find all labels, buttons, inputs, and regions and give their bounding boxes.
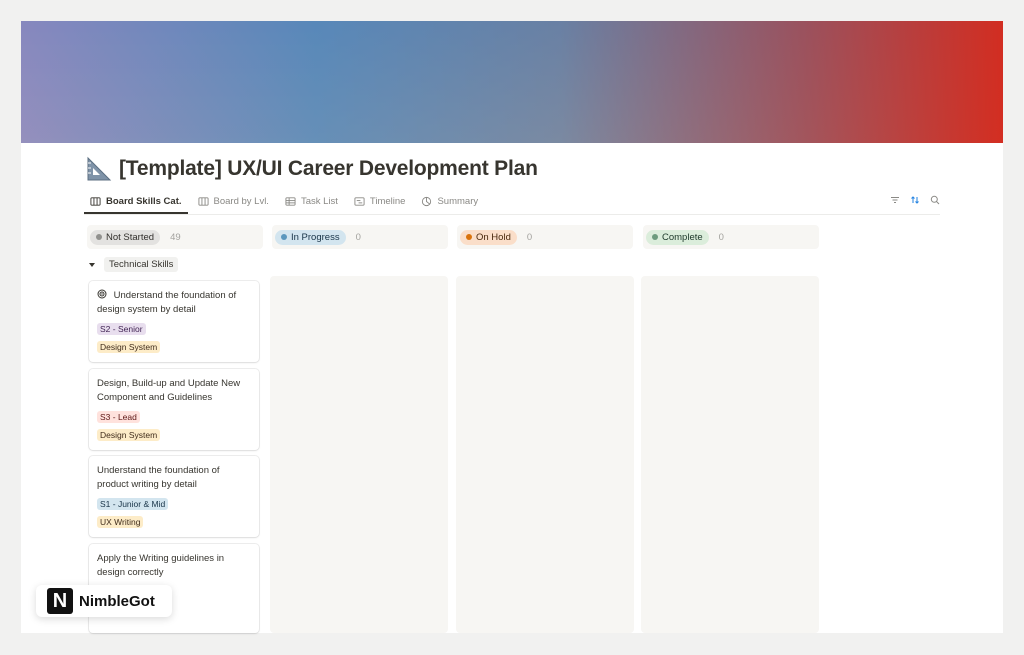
brand-name: NimbleGot xyxy=(79,592,155,610)
category-tag: Design System xyxy=(97,341,161,353)
group-label: Technical Skills xyxy=(104,257,179,272)
brand-logo: N xyxy=(47,588,73,614)
view-tools xyxy=(890,195,940,205)
title-row: [Template] UX/UI Career Development Plan xyxy=(85,155,538,183)
card-tags: S2 - Senior Design System xyxy=(97,317,251,353)
column-header-on-hold[interactable]: On Hold 0 xyxy=(457,225,633,249)
tab-timeline[interactable]: Timeline xyxy=(348,193,412,213)
board-card[interactable]: Understand the foundation of design syst… xyxy=(89,281,259,362)
tab-label: Task List xyxy=(300,196,338,207)
column-count: 0 xyxy=(526,231,533,243)
card-title: Understand the foundation of product wri… xyxy=(97,465,220,490)
sort-icon[interactable] xyxy=(910,195,920,205)
column-count: 0 xyxy=(355,231,361,243)
card-title: Understand the foundation of design syst… xyxy=(97,290,237,315)
column-header-complete[interactable]: Complete 0 xyxy=(643,225,819,249)
status-label: Not Started xyxy=(106,231,155,243)
tab-label: Board by Lvl. xyxy=(213,196,269,207)
tab-label: Board Skills Cat. xyxy=(106,196,182,207)
category-tag: UX Writing xyxy=(97,516,144,528)
status-pill: Not Started xyxy=(90,229,161,245)
column-body-on-hold xyxy=(456,276,634,633)
status-pill: On Hold xyxy=(460,229,517,245)
column-header-not-started[interactable]: Not Started 49 xyxy=(87,225,263,249)
level-tag: S1 - Junior & Mid xyxy=(97,498,169,510)
target-icon xyxy=(97,289,107,299)
card-tags: S1 - Junior & Mid UX Writing xyxy=(97,492,251,528)
caret-down-icon xyxy=(89,262,95,267)
triangle-ruler-icon xyxy=(87,156,112,181)
status-pill: Complete xyxy=(646,229,709,245)
timeline-icon xyxy=(354,197,365,206)
status-dot xyxy=(466,234,472,240)
card-title: Design, Build-up and Update New Componen… xyxy=(97,378,241,403)
status-dot xyxy=(652,234,658,240)
brand-badge: N NimbleGot xyxy=(36,585,172,617)
column-header-in-progress[interactable]: In Progress 0 xyxy=(272,225,448,249)
filter-icon[interactable] xyxy=(890,195,900,205)
status-dot xyxy=(96,234,102,240)
board-card[interactable]: Design, Build-up and Update New Componen… xyxy=(89,369,259,450)
table-icon xyxy=(285,197,296,206)
tab-summary[interactable]: Summary xyxy=(415,193,484,213)
board-card[interactable]: Understand the foundation of product wri… xyxy=(89,456,259,537)
status-label: In Progress xyxy=(291,231,340,243)
level-tag: S3 - Lead xyxy=(97,411,140,423)
group-toggle[interactable]: Technical Skills xyxy=(88,257,179,272)
column-count: 49 xyxy=(170,231,181,243)
board-icon xyxy=(197,197,209,206)
page-title: [Template] UX/UI Career Development Plan xyxy=(119,157,538,180)
card-title-row: Understand the foundation of design syst… xyxy=(97,289,251,317)
status-label: Complete xyxy=(662,231,703,243)
search-icon[interactable] xyxy=(930,195,940,205)
status-label: On Hold xyxy=(476,231,511,243)
cover-image[interactable] xyxy=(21,21,1003,143)
status-dot xyxy=(281,234,287,240)
card-title: Apply the Writing guidelines in design c… xyxy=(97,553,225,578)
column-body-in-progress xyxy=(270,276,448,633)
tab-board-level[interactable]: Board by Lvl. xyxy=(192,193,275,213)
column-count: 0 xyxy=(718,231,724,243)
tab-board-skills[interactable]: Board Skills Cat. xyxy=(84,193,188,214)
tab-label: Summary xyxy=(437,196,479,207)
category-tag: Design System xyxy=(97,429,161,441)
tab-label: Timeline xyxy=(369,196,406,207)
column-body-complete xyxy=(641,276,819,633)
status-pill: In Progress xyxy=(275,229,346,245)
tab-task-list[interactable]: Task List xyxy=(279,193,344,213)
board-icon xyxy=(90,197,101,206)
chart-pie-icon xyxy=(422,196,432,207)
level-tag: S2 - Senior xyxy=(97,323,146,335)
view-tabs: Board Skills Cat. Board by Lvl. Task Lis… xyxy=(84,193,940,215)
card-tags: S3 - Lead Design System xyxy=(97,405,251,441)
